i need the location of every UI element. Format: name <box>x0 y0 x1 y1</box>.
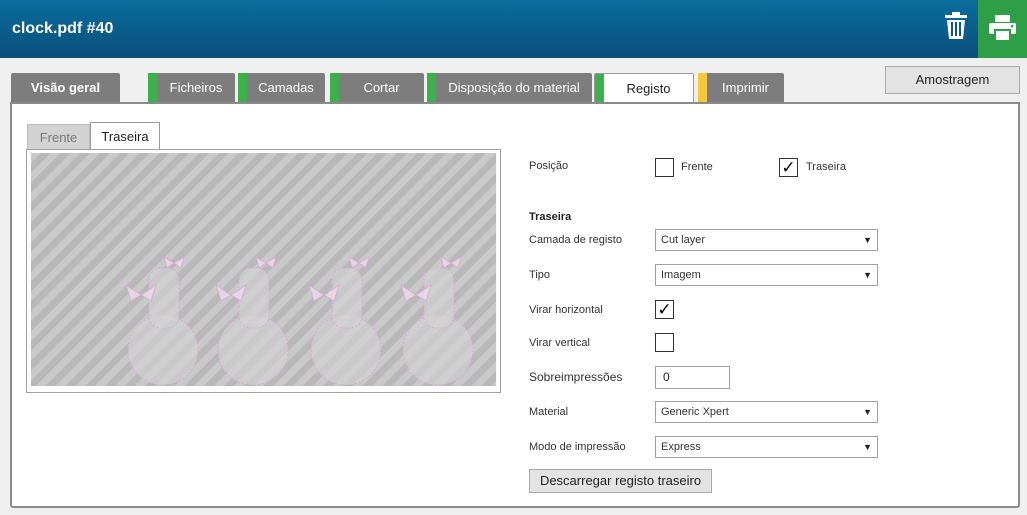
flip-vertical-checkbox[interactable] <box>655 333 674 352</box>
position-back-label: Traseira <box>806 161 846 173</box>
type-label: Tipo <box>529 269 550 281</box>
registration-preview <box>31 153 496 386</box>
chevron-down-icon: ▼ <box>863 442 872 452</box>
select-value: Cut layer <box>661 234 706 246</box>
green-marker <box>148 73 157 102</box>
sampling-button[interactable]: Amostragem <box>885 66 1020 94</box>
chevron-down-icon: ▼ <box>863 235 872 245</box>
type-select[interactable]: Imagem ▼ <box>655 264 878 286</box>
position-back-checkbox[interactable]: ✓ <box>779 158 798 177</box>
job-title: clock.pdf #40 <box>12 20 114 37</box>
app-header: clock.pdf #40 <box>0 0 1027 58</box>
flip-horizontal-label: Virar horizontal <box>529 304 603 316</box>
tab-files[interactable]: Ficheiros <box>148 73 235 102</box>
section-title: Traseira <box>529 211 572 223</box>
position-front-checkbox[interactable] <box>655 158 674 177</box>
printer-icon <box>989 15 1016 41</box>
select-value: Generic Xpert <box>661 406 729 418</box>
tab-label: Disposição do material <box>448 80 580 95</box>
material-label: Material <box>529 406 569 418</box>
overprints-input[interactable]: 0 <box>655 366 730 389</box>
select-value: Imagem <box>661 269 701 281</box>
trash-icon[interactable] <box>944 12 968 40</box>
print-button[interactable] <box>978 0 1027 58</box>
chevron-down-icon: ▼ <box>863 270 872 280</box>
tab-cut[interactable]: Cortar <box>330 73 424 102</box>
tab-label: Visão geral <box>30 80 101 95</box>
download-back-registration-button[interactable]: Descarregar registo traseiro <box>529 469 712 493</box>
select-value: Express <box>661 441 701 453</box>
yellow-marker <box>698 73 707 102</box>
subtab-back[interactable]: Traseira <box>90 122 160 151</box>
material-select[interactable]: Generic Xpert ▼ <box>655 401 878 423</box>
tab-label: Ficheiros <box>169 80 223 95</box>
position-label: Posição <box>529 160 569 172</box>
tab-overview[interactable]: Visão geral <box>11 73 120 102</box>
tab-label: Camadas <box>258 80 314 95</box>
position-front-label: Frente <box>681 161 713 173</box>
tab-label: Imprimir <box>722 80 769 95</box>
green-marker <box>238 73 247 102</box>
tab-registration[interactable]: Registo <box>594 73 694 103</box>
green-marker <box>330 73 339 102</box>
print-mode-select[interactable]: Express ▼ <box>655 436 878 458</box>
chevron-down-icon: ▼ <box>863 407 872 417</box>
print-mode-label: Modo de impressão <box>529 441 626 453</box>
tab-media-layout[interactable]: Disposição do material <box>427 73 592 102</box>
register-layer-select[interactable]: Cut layer ▼ <box>655 229 878 251</box>
overprints-label: Sobreimpressões <box>529 370 623 384</box>
tab-layers[interactable]: Camadas <box>238 73 325 102</box>
tab-label: Registo <box>626 81 671 96</box>
subtab-front[interactable]: Frente <box>27 124 90 150</box>
flip-horizontal-checkbox[interactable]: ✓ <box>655 300 674 319</box>
tab-label: Cortar <box>363 80 400 95</box>
preview-artwork <box>125 256 474 386</box>
tab-print[interactable]: Imprimir <box>698 73 784 102</box>
flip-vertical-label: Virar vertical <box>529 337 590 349</box>
green-marker <box>595 74 604 103</box>
green-marker <box>427 73 436 102</box>
register-layer-label: Camada de registo <box>529 234 622 246</box>
